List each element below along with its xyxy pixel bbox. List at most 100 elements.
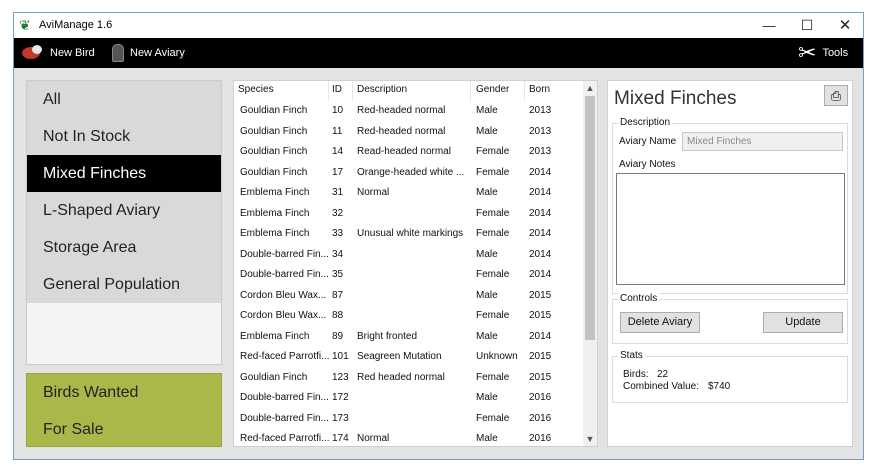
table-row[interactable]: Gouldian Finch 17 Orange-headed white ... F… — [234, 163, 583, 183]
aviary-notes-label: Aviary Notes — [619, 159, 676, 170]
app-bird-icon: ❦ — [19, 17, 31, 33]
cell-id: 32 — [332, 207, 344, 219]
aviary-item-all[interactable]: All — [27, 81, 221, 118]
minimize-button[interactable]: — — [750, 13, 788, 38]
cell-born: 2013 — [529, 125, 552, 137]
aviary-name-label: Aviary Name — [619, 136, 677, 147]
bird-table: Species ID Description Gender Born Gould… — [233, 80, 598, 447]
aviary-item-l-shaped-aviary[interactable]: L-Shaped Aviary — [27, 192, 221, 229]
scrollbar-thumb[interactable] — [585, 96, 595, 340]
title-bar: ❦ AviManage 1.6 — ☐ ✕ — [14, 13, 863, 38]
table-row[interactable]: Red-faced Parrotfi... 101 Seagreen Mutatio… — [234, 347, 583, 367]
table-row[interactable]: Cordon Bleu Wax... 88 Female 2015 — [234, 306, 583, 326]
special-item-for-sale[interactable]: For Sale — [27, 411, 221, 448]
aviary-item-storage-area[interactable]: Storage Area — [27, 229, 221, 266]
cell-gender: Female — [476, 371, 510, 383]
table-row[interactable]: Emblema Finch 31 Normal Male 2014 — [234, 183, 583, 203]
scroll-up-icon[interactable]: ▲ — [583, 81, 597, 95]
cell-description: Red-headed normal — [357, 105, 446, 116]
table-row[interactable]: Double-barred Fin... 172 Male 2016 — [234, 388, 583, 408]
column-header-species[interactable]: Species — [238, 84, 274, 95]
table-row[interactable]: Double-barred Fin... 173 Female 2016 — [234, 409, 583, 429]
table-row[interactable]: Gouldian Finch 11 Red-headed normal Male 201… — [234, 122, 583, 142]
table-row[interactable]: Cordon Bleu Wax... 87 Male 2015 — [234, 286, 583, 306]
special-list: Birds Wanted For Sale — [26, 373, 222, 447]
tools-button[interactable]: ✂ Tools — [798, 38, 848, 68]
column-header-id[interactable]: ID — [332, 84, 342, 95]
cell-born: 2015 — [529, 310, 552, 321]
column-divider — [524, 81, 525, 101]
cell-species: Gouldian Finch — [240, 105, 308, 116]
aviary-item-not-in-stock[interactable]: Not In Stock — [27, 118, 221, 155]
new-bird-button[interactable]: New Bird — [20, 38, 95, 68]
cell-id: 17 — [332, 166, 344, 178]
cell-description: Seagreen Mutation — [357, 351, 442, 362]
cell-description: Normal — [357, 433, 390, 444]
aviary-details-panel: Mixed Finches ⎙ Description Aviary Name … — [607, 80, 853, 447]
cell-gender: Male — [476, 330, 498, 342]
cell-species: Gouldian Finch — [240, 146, 308, 157]
cell-species: Emblema Finch — [240, 330, 310, 342]
column-divider — [352, 81, 353, 101]
table-row[interactable]: Double-barred Fin... 34 Male 2014 — [234, 245, 583, 265]
table-row[interactable]: Emblema Finch 32 Female 2014 — [234, 204, 583, 224]
cell-species: Emblema Finch — [240, 228, 310, 239]
table-scrollbar[interactable]: ▲ ▼ — [583, 81, 597, 446]
column-header-born[interactable]: Born — [529, 84, 550, 95]
cell-gender: Male — [476, 187, 498, 198]
table-row[interactable]: Gouldian Finch 10 Red-headed normal Male 201… — [234, 101, 583, 121]
cell-species: Double-barred Fin... — [240, 412, 329, 424]
combined-value-value: $740 — [708, 381, 731, 392]
cell-species: Gouldian Finch — [240, 371, 308, 383]
stats-legend: Stats — [618, 350, 645, 361]
new-aviary-button[interactable]: New Aviary — [112, 38, 185, 68]
delete-aviary-button[interactable]: Delete Aviary — [620, 312, 700, 333]
cell-id: 89 — [332, 330, 344, 342]
cell-description: Red headed normal — [357, 371, 445, 383]
special-item-birds-wanted[interactable]: Birds Wanted — [27, 374, 221, 411]
cell-species: Gouldian Finch — [240, 125, 308, 137]
cell-description: Red-headed normal — [357, 125, 446, 137]
cell-gender: Male — [476, 105, 498, 116]
cell-born: 2015 — [529, 371, 552, 383]
toolbar: New Bird New Aviary ✂ Tools — [14, 38, 863, 68]
maximize-button[interactable]: ☐ — [788, 13, 826, 38]
cell-born: 2013 — [529, 105, 552, 116]
cell-born: 2014 — [529, 166, 552, 178]
cell-species: Red-faced Parrotfi... — [240, 433, 330, 444]
scroll-down-icon[interactable]: ▼ — [583, 432, 597, 446]
close-button[interactable]: ✕ — [826, 13, 863, 38]
aviary-item-mixed-finches[interactable]: Mixed Finches — [27, 155, 221, 192]
window-title: AviManage 1.6 — [39, 19, 113, 31]
cell-gender: Female — [476, 412, 510, 424]
update-button[interactable]: Update — [763, 312, 843, 333]
table-row[interactable]: Emblema Finch 89 Bright fronted Male 2014 — [234, 327, 583, 347]
cell-id: 172 — [332, 392, 349, 403]
cell-gender: Unknown — [476, 351, 518, 362]
aviary-notes-field[interactable] — [616, 173, 845, 285]
printer-icon: ⎙ — [830, 88, 842, 103]
cell-gender: Female — [476, 269, 510, 280]
column-header-gender[interactable]: Gender — [476, 84, 509, 95]
bird-icon — [20, 44, 44, 62]
cell-species: Double-barred Fin... — [240, 269, 329, 280]
details-title: Mixed Finches — [614, 88, 737, 109]
aviary-name-field[interactable]: Mixed Finches — [682, 132, 843, 151]
print-button[interactable]: ⎙ — [824, 85, 848, 106]
aviary-item-general-population[interactable]: General Population — [27, 266, 221, 303]
table-row[interactable]: Double-barred Fin... 35 Female 2014 — [234, 265, 583, 285]
table-row[interactable]: Red-faced Parrotfi... 174 Normal Male 2016 — [234, 429, 583, 446]
cell-description: Unusual white markings — [357, 228, 464, 239]
table-row[interactable]: Emblema Finch 33 Unusual white markings Fem… — [234, 224, 583, 244]
cell-id: 101 — [332, 351, 349, 362]
column-header-description[interactable]: Description — [357, 84, 407, 95]
table-row[interactable]: Gouldian Finch 123 Red headed normal Female… — [234, 368, 583, 388]
combined-value-label: Combined Value: — [623, 381, 699, 392]
cell-born: 2014 — [529, 187, 552, 198]
cell-species: Gouldian Finch — [240, 166, 308, 178]
table-row[interactable]: Gouldian Finch 14 Read-headed normal Female… — [234, 142, 583, 162]
cell-id: 10 — [332, 105, 344, 116]
cell-gender: Female — [476, 228, 510, 239]
cell-gender: Female — [476, 166, 510, 178]
app-window: ❦ AviManage 1.6 — ☐ ✕ New Bird New Aviar… — [13, 12, 864, 460]
